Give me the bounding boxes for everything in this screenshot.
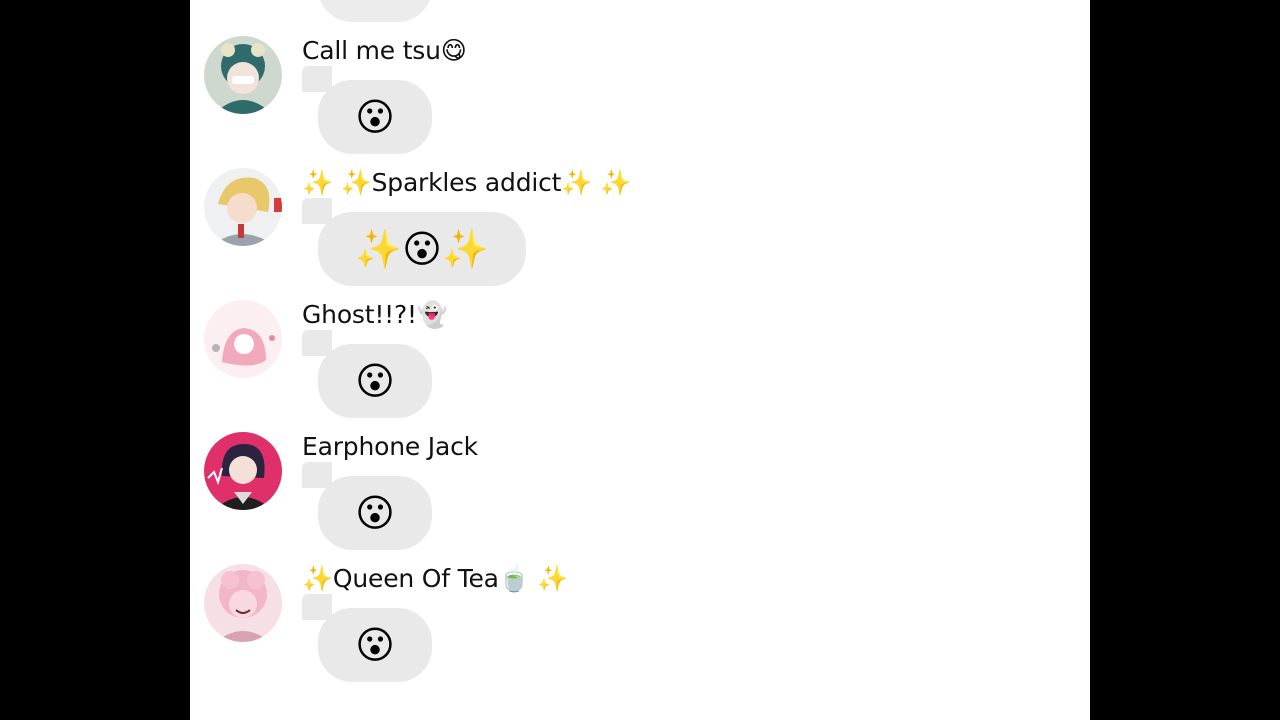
bubble-tail — [302, 198, 332, 224]
reaction-emoji: 😮 — [355, 623, 395, 667]
chat-message: ✨ ✨Sparkles addict✨ ✨ ✨😮✨ — [190, 168, 1090, 300]
bubble-tail — [302, 594, 332, 620]
reaction-emoji: ✨😮✨ — [354, 227, 490, 271]
reaction-bubble[interactable]: ✨😮✨ — [318, 212, 526, 286]
sender-name: Call me tsu😋 — [302, 36, 467, 65]
avatar[interactable] — [204, 168, 282, 246]
reaction-bubble[interactable]: 😮 — [318, 344, 432, 418]
chat-message: Call me tsu😋 😮 — [190, 36, 1090, 168]
sender-name: ✨ ✨Sparkles addict✨ ✨ — [302, 168, 631, 197]
sender-name: ✨Queen Of Tea🍵 ✨ — [302, 564, 569, 593]
reaction-emoji: 😮 — [355, 491, 395, 535]
avatar[interactable] — [204, 300, 282, 378]
bubble-tail — [302, 462, 332, 488]
reaction-bubble[interactable]: 😮 — [318, 476, 432, 550]
reaction-bubble[interactable]: 😮 — [318, 80, 432, 154]
sender-name: Ghost!!?!👻 — [302, 300, 448, 329]
previous-message-bubble[interactable] — [318, 0, 432, 22]
reaction-emoji: 😮 — [355, 95, 395, 139]
chat-message: Ghost!!?!👻 😮 — [190, 300, 1090, 432]
avatar[interactable] — [204, 432, 282, 510]
avatar[interactable] — [204, 36, 282, 114]
bubble-tail — [302, 330, 332, 356]
reaction-bubble[interactable]: 😮 — [318, 608, 432, 682]
sender-name: Earphone Jack — [302, 432, 478, 461]
chat-screen: Call me tsu😋 😮 ✨ ✨Sparkles addict✨ ✨ ✨😮✨ — [190, 0, 1090, 720]
chat-message: Earphone Jack 😮 — [190, 432, 1090, 564]
bubble-tail — [302, 66, 332, 92]
chat-message: ✨Queen Of Tea🍵 ✨ 😮 — [190, 564, 1090, 696]
reaction-emoji: 😮 — [355, 359, 395, 403]
avatar[interactable] — [204, 564, 282, 642]
